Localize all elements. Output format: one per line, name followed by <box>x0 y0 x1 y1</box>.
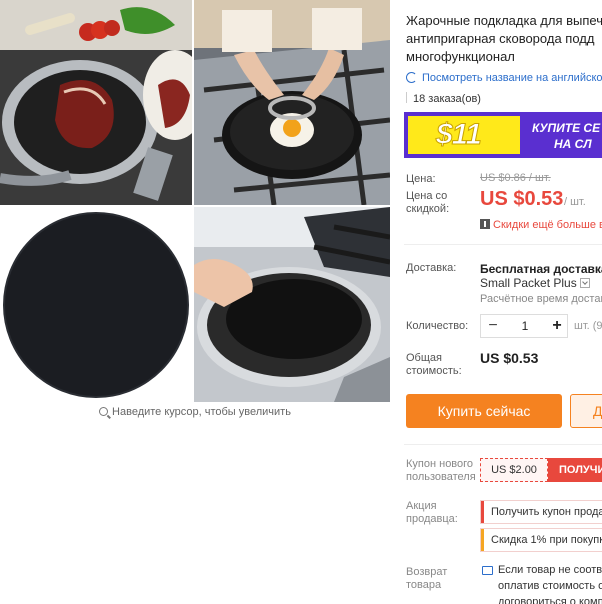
product-image-steak-pan[interactable] <box>0 0 192 205</box>
returns-label: Возврат товара <box>406 566 448 591</box>
quantity-label: Количество: <box>406 320 469 332</box>
orders-text: 18 заказа(ов) <box>413 93 481 105</box>
quantity-input[interactable]: 1 <box>505 315 545 337</box>
seller-promo-label: Акция продавца: <box>406 500 458 525</box>
translate-title-link[interactable]: Посмотреть название на английском <box>406 72 602 84</box>
quantity-available: шт. (9 <box>574 320 602 332</box>
shipping-free: Бесплатная доставка в <box>480 262 602 276</box>
more-discounts-link[interactable]: Скидки ещё больше в <box>480 219 602 231</box>
buy-now-button[interactable]: Купить сейчас <box>406 394 562 428</box>
quantity-stepper: − 1 + <box>480 314 568 338</box>
total-label: Общая стоимость: <box>406 352 462 377</box>
magnifier-icon <box>99 407 109 416</box>
shipping-estimate: Расчётное время доставки <box>480 293 602 305</box>
product-image-black-liner[interactable] <box>0 207 192 402</box>
chevron-down-icon[interactable] <box>579 278 590 288</box>
image-gallery: Наведите курсор, чтобы увеличить <box>0 0 392 430</box>
return-policy-icon <box>482 566 493 575</box>
total-value: US $0.53 <box>480 350 539 366</box>
translate-link-text[interactable]: Посмотреть название на английском <box>422 72 602 84</box>
original-price: US $0.86 / шт. <box>480 172 551 184</box>
product-title: Жарочные подкладка для выпечки антиприга… <box>406 13 602 64</box>
quantity-decrease-button[interactable]: − <box>481 315 505 337</box>
shipping-method-text[interactable]: Small Packet Plus <box>480 276 577 290</box>
seller-coupon-promo[interactable]: Получить купон прода <box>480 500 602 524</box>
promo-banner[interactable]: $11 КУПИТЕ СЕ НА СЛ <box>404 112 602 158</box>
promo-banner-amount: $11 <box>436 118 483 152</box>
more-discounts-text[interactable]: Скидки ещё больше в <box>493 219 602 231</box>
price-label: Цена: <box>406 173 436 185</box>
add-to-cart-button[interactable]: Д <box>570 394 602 428</box>
refresh-icon <box>406 72 417 83</box>
product-image-egg-ring[interactable] <box>194 0 390 205</box>
shipping-method-select[interactable]: Small Packet Plus <box>480 276 590 290</box>
product-info-panel: Жарочные подкладка для выпечки антиприга… <box>398 0 602 604</box>
qr-code-icon <box>480 219 490 229</box>
new-user-coupon-label: Купон нового пользователя <box>406 458 476 483</box>
discounted-price: US $0.53 <box>480 188 564 210</box>
separator <box>406 92 407 103</box>
returns-text: Если товар не соотве оплатив стоимость о… <box>498 562 602 604</box>
zoom-hint-text: Наведите курсор, чтобы увеличить <box>112 406 291 418</box>
divider <box>404 244 602 245</box>
promo-banner-text: КУПИТЕ СЕ НА СЛ <box>532 120 600 152</box>
returns-line3: договориться о комп <box>498 596 602 604</box>
divider <box>404 444 602 445</box>
seller-discount-promo[interactable]: Скидка 1% при покупк <box>480 528 602 552</box>
promo-banner-line1: КУПИТЕ СЕ <box>532 121 601 135</box>
product-image-pan-hand[interactable] <box>194 207 390 402</box>
coupon-value: US $2.00 <box>480 458 548 482</box>
returns-line2: оплатив стоимость о <box>498 580 602 592</box>
zoom-hint: Наведите курсор, чтобы увеличить <box>0 406 390 418</box>
get-coupon-button[interactable]: ПОЛУЧИ <box>548 458 602 482</box>
quantity-increase-button[interactable]: + <box>545 315 569 337</box>
returns-line1: Если товар не соотве <box>498 564 602 576</box>
shipping-label: Доставка: <box>406 262 457 274</box>
orders-count: 18 заказа(ов) <box>406 92 481 105</box>
price-unit: / шт. <box>564 196 586 208</box>
promo-banner-line2: НА СЛ <box>554 137 592 151</box>
discount-price-label: Цена со скидкой: <box>406 190 450 215</box>
